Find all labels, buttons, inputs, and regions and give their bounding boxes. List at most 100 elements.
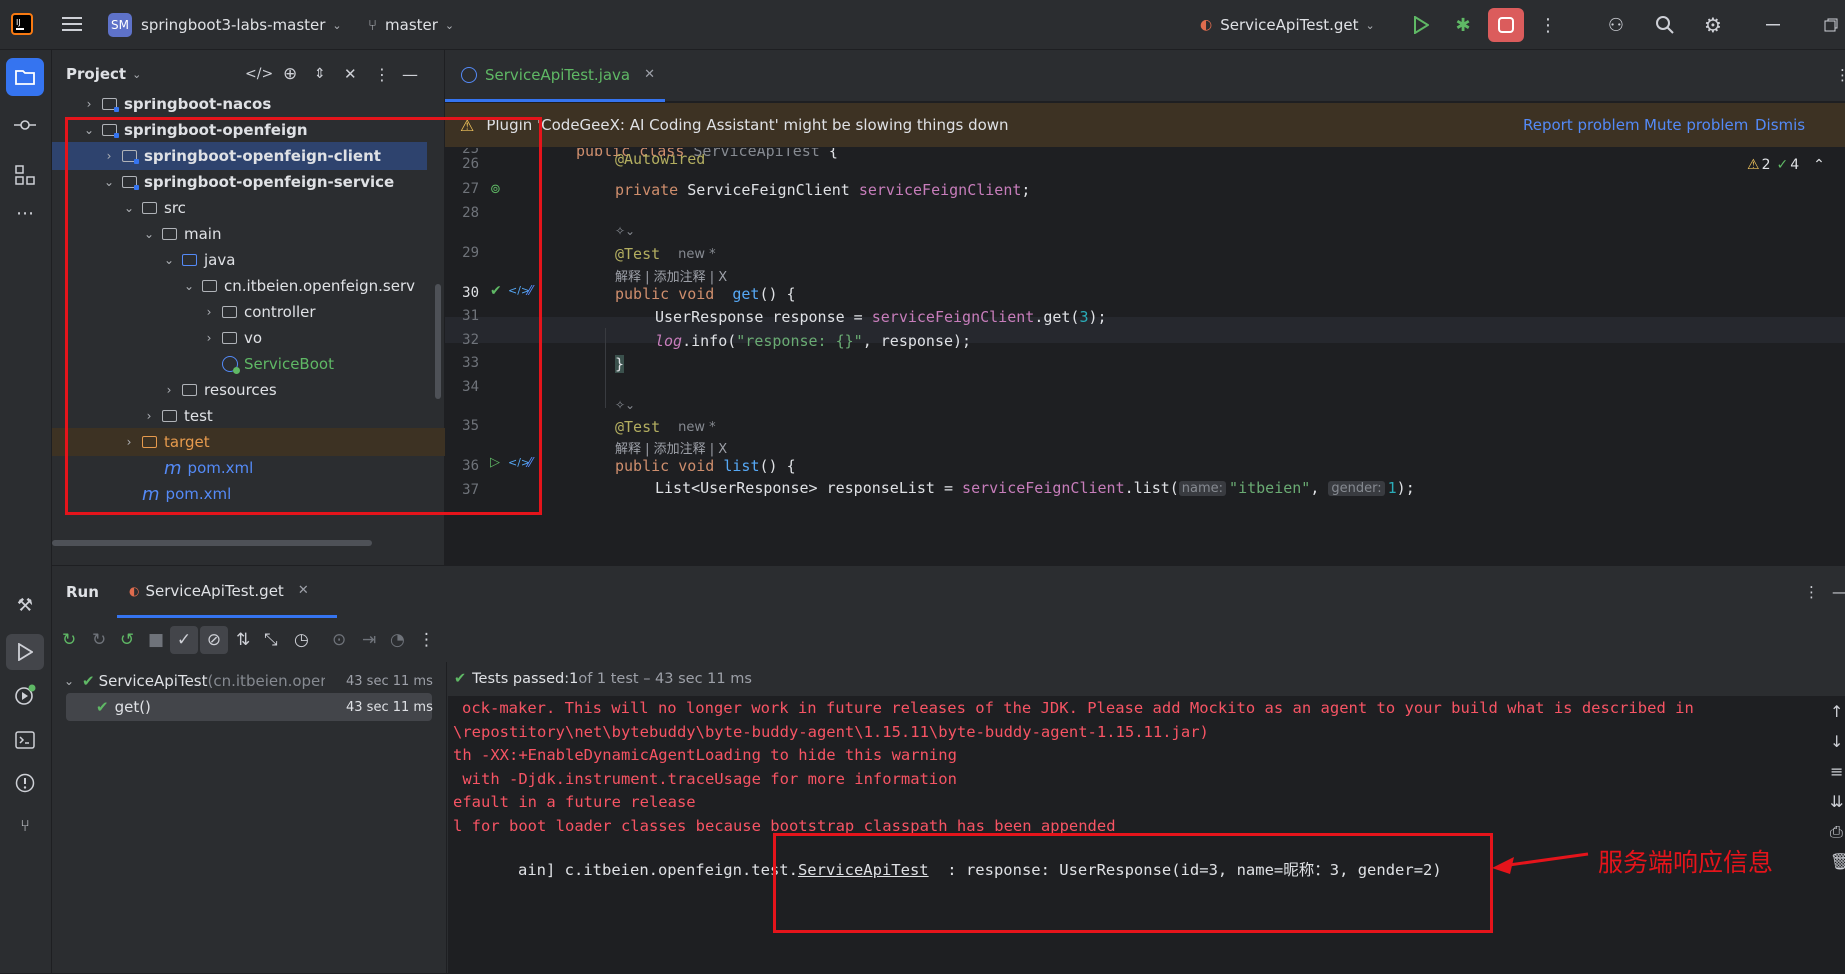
app-logo-icon[interactable]: IJ	[10, 12, 34, 36]
code-token: serviceFeignClient	[962, 479, 1125, 497]
more-tabs-icon[interactable]: ⋮	[1835, 66, 1845, 84]
stop-icon[interactable]: ■	[148, 630, 164, 650]
problems-icon[interactable]	[8, 768, 42, 798]
report-problem-link[interactable]: Report problem	[1523, 116, 1640, 134]
code-token: );	[1088, 308, 1107, 326]
run-tab[interactable]: ◐ ServiceApiTest.get ✕	[117, 566, 337, 618]
close-icon[interactable]: ✕	[644, 67, 655, 82]
run-tab-label: ServiceApiTest.get	[145, 581, 284, 600]
camera-icon[interactable]: ⊙	[332, 630, 346, 650]
run-toolbar: ↻ ↻ ↺ ■ ✓ ⊘ ⇅ ⤡ ◷ ⊙ ⇥ ◔ ⋮	[52, 618, 1845, 662]
chevron-down-icon[interactable]: ⌄	[132, 68, 141, 81]
project-folder-icon[interactable]	[6, 58, 44, 96]
arrow-down-icon[interactable]: ↓	[1830, 732, 1843, 751]
code-icon[interactable]: </>	[245, 66, 273, 82]
dismiss-link[interactable]: Dismis	[1755, 116, 1805, 134]
test-config-icon: ◐	[129, 583, 140, 598]
test-case-name: get()	[114, 698, 151, 716]
show-ignored-icon[interactable]: ⊘	[200, 626, 228, 654]
scroll-to-end-icon[interactable]: ⇊	[1830, 792, 1843, 811]
svg-text:IJ: IJ	[16, 18, 21, 27]
search-icon[interactable]	[1652, 12, 1678, 38]
build-hammer-icon[interactable]: ⚒	[8, 590, 42, 620]
project-selector[interactable]: SM springboot3-labs-master ⌄	[108, 11, 342, 39]
services-icon[interactable]	[8, 680, 42, 710]
run-icon[interactable]	[1408, 12, 1434, 38]
show-passed-icon[interactable]: ✓	[170, 626, 198, 654]
options-icon[interactable]: ⋮	[1804, 583, 1819, 601]
options-icon[interactable]: ⋮	[374, 65, 390, 84]
collapse-all-icon[interactable]: ✕	[344, 65, 357, 83]
git-icon[interactable]: ⑂	[8, 810, 42, 840]
gear-icon[interactable]: ⚙	[1700, 12, 1726, 38]
editor-tab[interactable]: ServiceApiTest.java ✕	[445, 50, 665, 102]
test-duration: 43 sec 11 ms	[346, 673, 433, 689]
ai-hint-icon[interactable]: ✧⌄	[615, 398, 635, 412]
annotation-text: 服务端响应信息	[1598, 848, 1774, 877]
arrow-up-icon[interactable]: ↑	[1830, 702, 1843, 721]
mute-problem-link[interactable]: Mute problem	[1644, 116, 1748, 134]
stop-button[interactable]	[1488, 8, 1524, 42]
import-icon[interactable]: ⇥	[362, 630, 376, 650]
toggle-auto-test-icon[interactable]: ↺	[120, 630, 134, 650]
ai-hint-icon[interactable]: ✧⌄	[615, 224, 635, 238]
run-tool-icon[interactable]	[6, 634, 44, 670]
rerun-icon[interactable]: ↻	[62, 630, 76, 650]
console-line: th -XX:+EnableDynamicAgentLoading to hid…	[453, 746, 957, 764]
code-area[interactable]: 25 26 27 28 29 30 31 32 33 34 35 36 37 ⊚…	[445, 148, 1845, 565]
restore-icon[interactable]	[1818, 12, 1844, 38]
code-token: () {	[759, 457, 796, 475]
branch-selector[interactable]: ⑂ master ⌄	[368, 11, 454, 39]
close-icon[interactable]: ✕	[298, 583, 309, 598]
code-line: @Autowired	[615, 154, 705, 168]
chevron-down-icon[interactable]: ⌄	[62, 674, 76, 688]
code-token: 1	[1387, 479, 1397, 497]
console-line: \repostitory\net\bytebuddy\byte-buddy-ag…	[453, 723, 1209, 741]
main-menu-icon[interactable]	[60, 12, 84, 36]
parameter-hint: name:	[1178, 480, 1227, 496]
more-actions-icon[interactable]: ⋮	[1536, 12, 1560, 38]
annotation-arrow-icon	[1492, 852, 1589, 874]
code-token: ServiceFeignClient	[687, 181, 859, 199]
chevron-right-icon[interactable]: ›	[82, 98, 96, 111]
test-case-row[interactable]: ✔ get() 43 sec 11 ms	[66, 693, 433, 721]
expand-all-icon[interactable]: ⇕	[314, 66, 326, 82]
editor-tab-label: ServiceApiTest.java	[485, 65, 631, 84]
test-suite-row[interactable]: ⌄ ✔ ServiceApiTest (cn.itbeien.oper 43 s…	[52, 667, 433, 695]
horizontal-scrollbar[interactable]	[52, 540, 372, 546]
project-panel-title[interactable]: Project	[66, 65, 126, 83]
minimize-icon[interactable]	[1760, 12, 1786, 38]
module-folder-icon	[102, 98, 119, 112]
soft-wrap-icon[interactable]: ≡	[1830, 762, 1843, 781]
structure-icon[interactable]	[8, 160, 42, 190]
debug-icon[interactable]: ✱	[1450, 12, 1476, 38]
rerun-failed-icon[interactable]: ↻	[92, 630, 106, 650]
collapse-icon[interactable]: ⤡	[264, 630, 278, 650]
code-line: private ServiceFeignClient serviceFeignC…	[615, 178, 1030, 202]
project-panel-header: Project ⌄ </> ⊕ ⇕ ✕ ⋮ —	[52, 50, 445, 98]
locate-icon[interactable]: ⊕	[283, 64, 297, 84]
more-actions-icon[interactable]: ⋮	[418, 630, 435, 650]
code-token: .info(	[682, 332, 737, 350]
add-user-icon[interactable]: ⚇	[1603, 12, 1629, 38]
hide-panel-icon[interactable]: —	[402, 65, 418, 84]
terminal-icon[interactable]	[8, 725, 42, 755]
chevron-down-icon: ⌄	[332, 18, 342, 32]
code-token: "itbeien"	[1229, 479, 1311, 497]
code-line: public void list() {	[615, 454, 796, 478]
sort-icon[interactable]: ⇅	[236, 630, 250, 650]
trash-icon[interactable]: 🗑	[1830, 852, 1845, 871]
run-config-selector[interactable]: ◐ ServiceApiTest.get ⌄	[1200, 11, 1375, 39]
run-header: Run ◐ ServiceApiTest.get ✕ ⋮ —	[52, 566, 1845, 618]
history-icon[interactable]: ◷	[294, 630, 309, 650]
tree-item-springboot-nacos[interactable]: › springboot-nacos	[52, 98, 445, 118]
commit-icon[interactable]	[8, 110, 42, 140]
hide-panel-icon[interactable]: —	[1832, 583, 1845, 601]
code-line: }	[615, 352, 625, 376]
log-prefix: ain] c.itbeien.openfeign.test.	[518, 861, 798, 879]
coverage-icon[interactable]: ◔	[390, 630, 405, 650]
run-panel-title: Run	[66, 583, 99, 601]
code-line: @Test new *	[615, 415, 716, 439]
print-icon[interactable]: ⎙	[1830, 822, 1843, 842]
more-tools-icon[interactable]: ⋯	[8, 200, 42, 226]
